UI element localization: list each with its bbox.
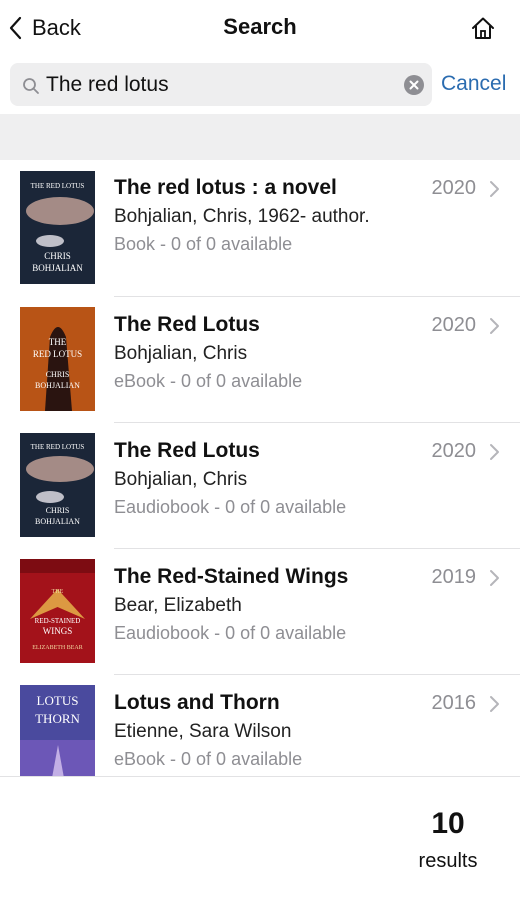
result-title: The red lotus : a novel xyxy=(114,176,337,199)
book-cover: THE RED LOTUS CHRIS BOHJALIAN xyxy=(20,171,95,284)
result-author: Bear, Elizabeth xyxy=(114,595,242,616)
book-cover: THE RED LOTUS CHRIS BOHJALIAN xyxy=(20,307,95,411)
cover-title-2: RED LOTUS xyxy=(33,349,82,359)
result-year: 2020 xyxy=(431,177,477,199)
result-author: Etienne, Sara Wilson xyxy=(114,721,292,742)
cover-title: THE RED LOTUS xyxy=(31,443,85,451)
chevron-right-icon xyxy=(490,181,499,197)
home-icon[interactable] xyxy=(470,15,496,41)
result-format: eBook - 0 of 0 available xyxy=(114,749,303,769)
cover-title-2: THORN xyxy=(35,711,80,726)
chevron-right-icon xyxy=(490,696,499,712)
result-title: Lotus and Thorn xyxy=(114,691,280,714)
search-query: The red lotus xyxy=(46,73,169,96)
result-format: Eaudiobook - 0 of 0 available xyxy=(114,623,347,643)
chevron-right-icon xyxy=(490,570,499,586)
results-count: 10 xyxy=(431,807,465,840)
cover-author-last: BOHJALIAN xyxy=(35,381,80,390)
result-format: Book - 0 of 0 available xyxy=(114,234,293,254)
chevron-right-icon xyxy=(490,318,499,334)
results-list: THE RED LOTUS CHRIS BOHJALIAN The red lo… xyxy=(0,160,520,776)
results-count-label: results xyxy=(418,850,478,872)
result-format: eBook - 0 of 0 available xyxy=(114,371,303,391)
result-author: Bohjalian, Chris xyxy=(114,469,248,490)
cover-title-1: THE xyxy=(49,337,67,347)
cover-author-last: BOHJALIAN xyxy=(32,263,83,273)
result-title: The Red Lotus xyxy=(114,439,260,462)
cover-author-last: BOHJALIAN xyxy=(35,517,80,526)
cover-author-first: CHRIS xyxy=(46,370,70,379)
book-cover: THE RED LOTUS CHRIS BOHJALIAN xyxy=(20,433,95,537)
list-item[interactable]: THE RED-STAINED WINGS ELIZABETH BEAR The… xyxy=(0,549,520,675)
result-year: 2020 xyxy=(431,440,477,462)
search-input[interactable]: The red lotus xyxy=(10,63,432,106)
cover-title-1: THE xyxy=(52,589,64,595)
result-year: 2020 xyxy=(431,314,477,336)
result-author: Bohjalian, Chris xyxy=(114,343,248,364)
result-author: Bohjalian, Chris, 1962- author. xyxy=(114,206,370,227)
chevron-right-icon xyxy=(490,444,499,460)
list-item[interactable]: THE RED LOTUS CHRIS BOHJALIAN The Red Lo… xyxy=(0,423,520,549)
cover-title: THE RED LOTUS xyxy=(31,182,85,190)
cover-author-first: CHRIS xyxy=(46,506,70,515)
cover-author: ELIZABETH BEAR xyxy=(32,645,83,651)
result-title: The Red Lotus xyxy=(114,313,260,336)
result-title: The Red-Stained Wings xyxy=(114,565,349,588)
navigation-bar: Back Search xyxy=(0,0,520,56)
result-format: Eaudiobook - 0 of 0 available xyxy=(114,497,347,517)
search-icon xyxy=(23,78,39,94)
list-item[interactable]: THE RED LOTUS CHRIS BOHJALIAN The Red Lo… xyxy=(0,297,520,423)
cover-title-1: LOTUS xyxy=(37,693,79,708)
section-spacer xyxy=(0,114,520,160)
page-title: Search xyxy=(223,14,297,39)
cancel-button[interactable]: Cancel xyxy=(441,72,506,96)
results-footer: 10 results xyxy=(0,776,520,901)
list-item[interactable]: THE RED LOTUS CHRIS BOHJALIAN The red lo… xyxy=(0,160,520,297)
list-item[interactable]: LOTUS THORN Lotus and Thorn Etienne, Sar… xyxy=(0,675,520,776)
book-cover: LOTUS THORN xyxy=(20,685,95,776)
book-cover: THE RED-STAINED WINGS ELIZABETH BEAR xyxy=(20,559,95,663)
cover-title-3: WINGS xyxy=(43,626,73,636)
cover-author-first: CHRIS xyxy=(44,251,71,261)
search-bar: The red lotus Cancel xyxy=(0,56,520,114)
cover-title-2: RED-STAINED xyxy=(35,617,81,625)
result-year: 2016 xyxy=(431,692,477,714)
clear-icon[interactable] xyxy=(404,75,424,95)
result-year: 2019 xyxy=(431,566,477,588)
